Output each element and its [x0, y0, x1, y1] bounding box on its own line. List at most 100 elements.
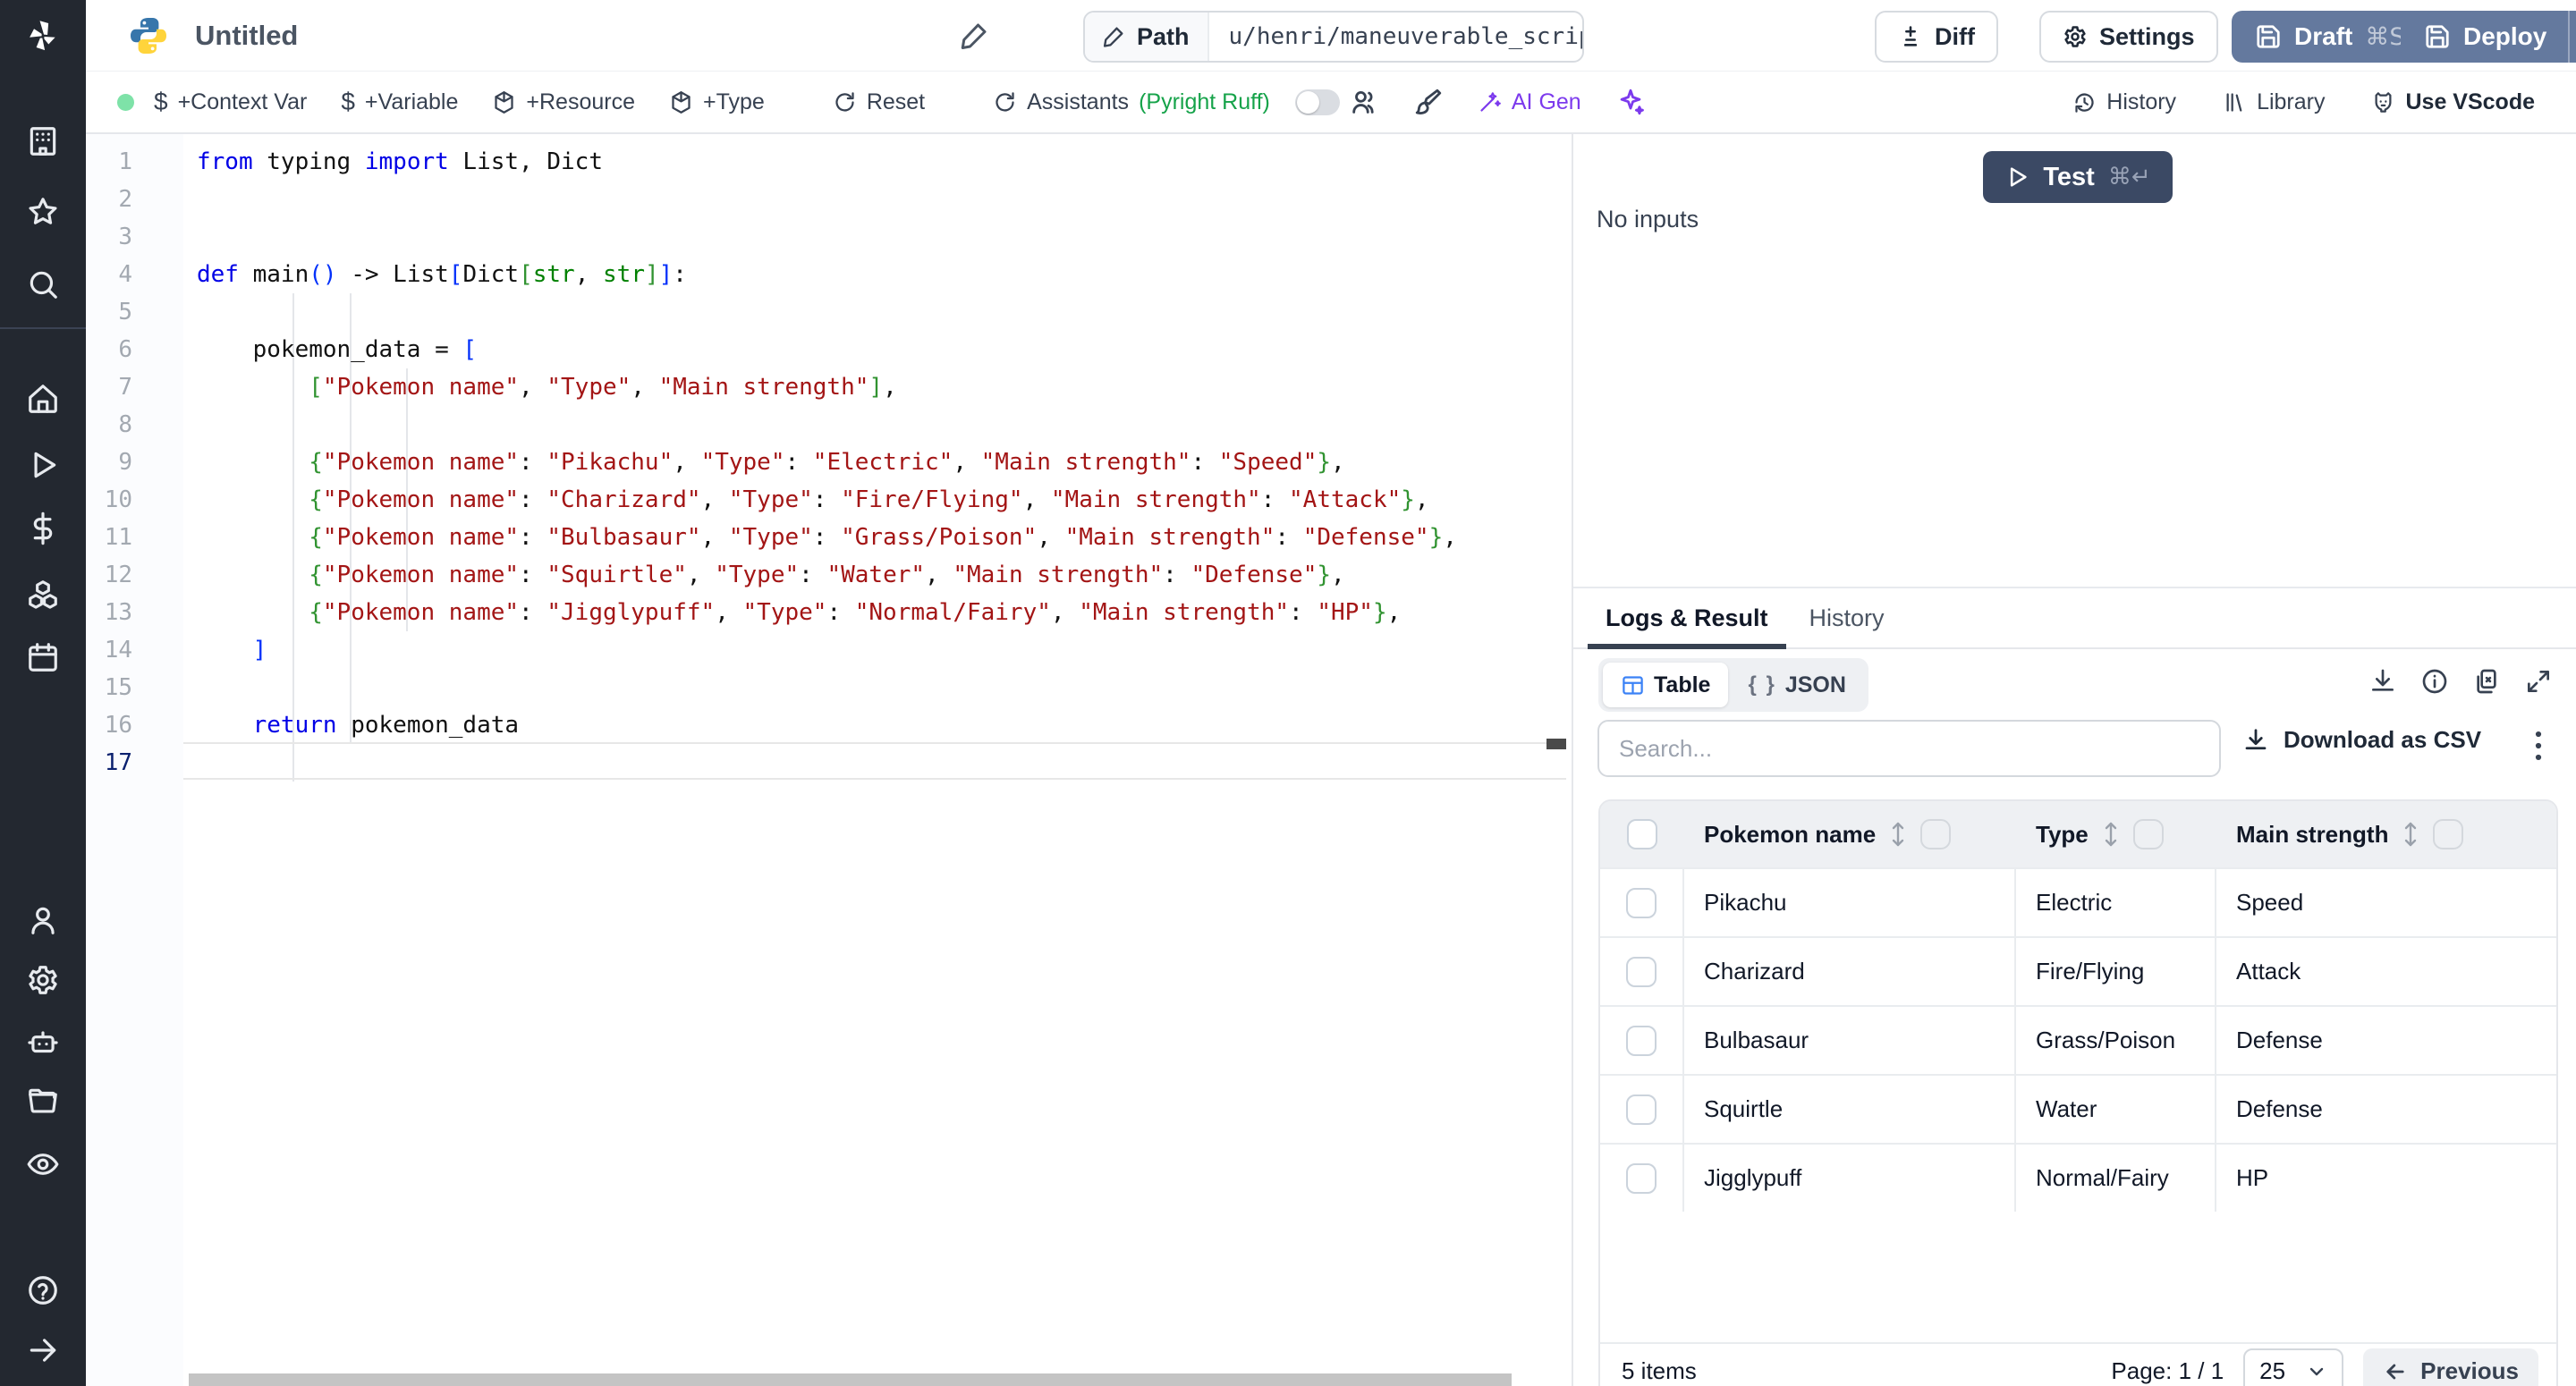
ai-gen-button[interactable]: AI Gen: [1478, 89, 1581, 115]
settings-button[interactable]: Settings: [2039, 11, 2218, 63]
download-csv-button[interactable]: Download as CSV: [2242, 726, 2481, 754]
copy-result-icon[interactable]: [2472, 667, 2501, 696]
home-icon[interactable]: [0, 374, 86, 424]
edit-path-icon: [1101, 24, 1126, 49]
history-button[interactable]: History: [2072, 89, 2176, 115]
dollar-icon: $: [341, 88, 355, 116]
folders-icon[interactable]: [0, 1077, 86, 1127]
overview-ruler-cursor: [1546, 739, 1566, 749]
code-line[interactable]: return pokemon_data: [197, 706, 519, 744]
row-checkbox[interactable]: [1626, 1026, 1657, 1056]
search-icon[interactable]: [0, 259, 86, 309]
draft-button[interactable]: Draft ⌘S: [2232, 11, 2428, 63]
expand-sidebar-icon[interactable]: [0, 1325, 86, 1375]
sort-icon[interactable]: [2401, 821, 2420, 848]
status-dot: [117, 94, 134, 111]
deploy-dropdown-caret[interactable]: [2568, 11, 2576, 63]
view-json-segment[interactable]: { } JSON: [1730, 663, 1863, 707]
editor-horizontal-scrollbar[interactable]: [189, 1373, 1512, 1386]
workers-icon[interactable]: [0, 1018, 86, 1068]
line-number: 17: [86, 744, 132, 782]
use-vscode-button[interactable]: Use VScode: [2371, 89, 2535, 115]
add-variable-button[interactable]: $ +Variable: [341, 88, 458, 116]
view-table-segment[interactable]: Table: [1603, 663, 1728, 707]
diff-button[interactable]: Diff: [1875, 11, 1998, 63]
user-icon[interactable]: [0, 895, 86, 945]
column-pill[interactable]: [1920, 819, 1951, 849]
add-resource-button[interactable]: +Resource: [492, 89, 635, 115]
result-search-input[interactable]: [1597, 720, 2221, 777]
favorites-icon[interactable]: [0, 187, 86, 237]
collaboration-toggle[interactable]: [1295, 89, 1340, 115]
sort-icon[interactable]: [1888, 821, 1908, 848]
edit-title-icon[interactable]: [958, 20, 990, 52]
code-line[interactable]: ["Pokemon name", "Type", "Main strength"…: [197, 368, 897, 406]
code-line[interactable]: {"Pokemon name": "Squirtle", "Type": "Wa…: [197, 556, 1345, 594]
column-header: Pokemon name: [1684, 801, 2016, 867]
code-line[interactable]: ]: [197, 631, 267, 669]
collaborators-icon[interactable]: [1349, 87, 1379, 117]
deploy-button[interactable]: Deploy: [2401, 11, 2576, 63]
add-type-button[interactable]: +Type: [669, 89, 765, 115]
code-line[interactable]: {"Pokemon name": "Bulbasaur", "Type": "G…: [197, 519, 1457, 556]
download-result-icon[interactable]: [2368, 667, 2397, 696]
column-pill[interactable]: [2133, 819, 2164, 849]
expand-result-icon[interactable]: [2524, 667, 2553, 696]
line-number: 10: [86, 481, 132, 519]
sparkles-icon[interactable]: [1615, 87, 1646, 117]
code-line[interactable]: {"Pokemon name": "Jigglypuff", "Type": "…: [197, 594, 1401, 631]
row-checkbox[interactable]: [1626, 1094, 1657, 1125]
line-number: 16: [86, 706, 132, 744]
page-title: Untitled: [195, 20, 298, 52]
line-number: 6: [86, 331, 132, 368]
table-row[interactable]: JigglypuffNormal/FairyHP: [1600, 1143, 2556, 1212]
tab-logs-result[interactable]: Logs & Result: [1597, 588, 1777, 647]
workspace-icon[interactable]: [0, 116, 86, 166]
sort-icon[interactable]: [2101, 821, 2121, 848]
code-line[interactable]: def main() -> List[Dict[str, str]]:: [197, 256, 687, 293]
previous-page-button[interactable]: Previous: [2363, 1348, 2538, 1386]
page-label: Page: 1 / 1: [2111, 1357, 2224, 1385]
variables-icon[interactable]: [0, 503, 86, 554]
cell-type: Normal/Fairy: [2016, 1145, 2216, 1212]
audit-logs-icon[interactable]: [0, 1139, 86, 1189]
code-line[interactable]: {"Pokemon name": "Charizard", "Type": "F…: [197, 481, 1429, 519]
format-brush-icon[interactable]: [1413, 87, 1444, 117]
assistants-button[interactable]: Assistants (Pyright Ruff): [993, 89, 1270, 115]
table-row[interactable]: PikachuElectricSpeed: [1600, 867, 2556, 936]
code-line[interactable]: {"Pokemon name": "Pikachu", "Type": "Ele…: [197, 444, 1345, 481]
settings-icon[interactable]: [0, 955, 86, 1005]
code-line[interactable]: pokemon_data = [: [197, 331, 477, 368]
schedules-icon[interactable]: [0, 632, 86, 682]
table-menu-icon[interactable]: [2523, 726, 2554, 765]
path-value[interactable]: u/henri/maneuverable_script: [1209, 13, 1584, 61]
table-row[interactable]: BulbasaurGrass/PoisonDefense: [1600, 1005, 2556, 1074]
tab-history[interactable]: History: [1801, 588, 1894, 647]
library-button[interactable]: Library: [2223, 89, 2325, 115]
table-row[interactable]: CharizardFire/FlyingAttack: [1600, 936, 2556, 1005]
row-checkbox[interactable]: [1626, 957, 1657, 987]
help-icon[interactable]: [0, 1265, 86, 1315]
column-pill[interactable]: [2433, 819, 2463, 849]
test-shortcut: ⌘↵: [2108, 164, 2151, 190]
select-all-checkbox[interactable]: [1627, 819, 1657, 849]
add-context-var-button[interactable]: $ +Context Var: [154, 88, 307, 116]
row-checkbox[interactable]: [1626, 1163, 1657, 1194]
windmill-logo[interactable]: [0, 11, 86, 61]
script-path-field[interactable]: Path u/henri/maneuverable_script: [1083, 11, 1584, 63]
code-editor[interactable]: 1234567891011121314151617 from typing im…: [86, 134, 1572, 1386]
line-number: 5: [86, 293, 132, 331]
dollar-icon: $: [154, 88, 168, 116]
test-button[interactable]: Test ⌘↵: [1983, 151, 2173, 203]
row-checkbox[interactable]: [1626, 888, 1657, 918]
page-size-select[interactable]: 25: [2243, 1348, 2343, 1386]
cell-type: Water: [2016, 1076, 2216, 1143]
gear-icon: [2063, 24, 2088, 49]
resources-icon[interactable]: [0, 570, 86, 620]
runs-icon[interactable]: [0, 440, 86, 490]
table-row[interactable]: SquirtleWaterDefense: [1600, 1074, 2556, 1143]
reset-button[interactable]: Reset: [833, 89, 925, 115]
info-icon[interactable]: [2420, 667, 2449, 696]
column-label: Main strength: [2236, 821, 2388, 849]
code-line[interactable]: from typing import List, Dict: [197, 143, 603, 181]
